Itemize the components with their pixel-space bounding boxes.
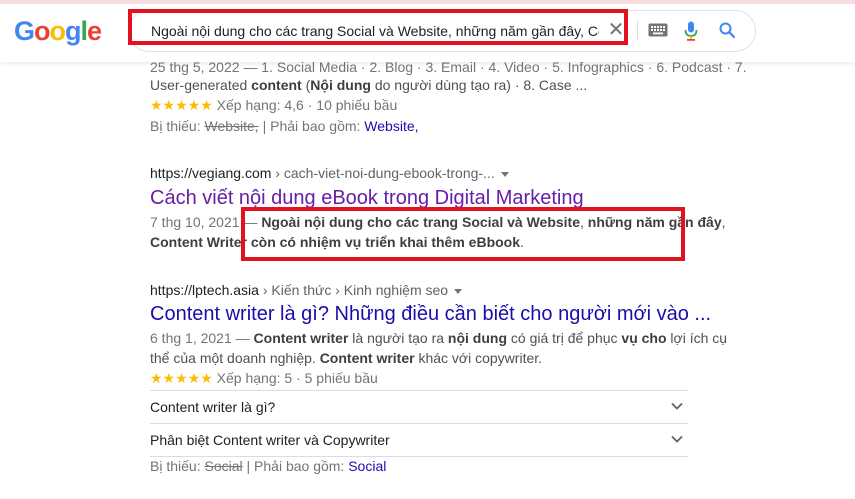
- faq-question[interactable]: Phân biệt Content writer và Copywriter: [150, 432, 390, 448]
- must-include-link[interactable]: Social: [348, 458, 386, 474]
- result3-url[interactable]: https://lptech.asia › Kiến thức › Kinh n…: [150, 280, 463, 300]
- search-query-highlight-box: [128, 9, 628, 45]
- result1-rating: ★★★★★ Xếp hạng: 4,6 · 10 phiếu bầu: [150, 97, 398, 113]
- result3-missing: Bị thiếu: Social | Phải bao gồm: Social: [150, 458, 387, 474]
- result3-title[interactable]: Content writer là gì? Những điều cần biế…: [150, 301, 711, 327]
- result3-snippet-line1: 6 thg 1, 2021 — Content writer là người …: [150, 330, 728, 346]
- chevron-down-icon[interactable]: [670, 399, 684, 416]
- snippet-highlight-box: [241, 207, 685, 261]
- keyboard-icon[interactable]: [648, 23, 668, 42]
- chevron-down-icon[interactable]: [500, 171, 509, 177]
- must-include-link[interactable]: Website,: [364, 118, 418, 134]
- chevron-down-icon[interactable]: [670, 432, 684, 449]
- faq-question[interactable]: Content writer là gì?: [150, 399, 275, 415]
- result1-snippet-line: User-generated content (Nội dung do ngườ…: [150, 77, 588, 93]
- result2-url[interactable]: https://vegiang.com › cach-viet-noi-dung…: [150, 163, 509, 183]
- result3-snippet-line2: thể của một doanh nghiệp. Content writer…: [150, 350, 543, 366]
- result3-rating: ★★★★★ Xếp hạng: 5 · 5 phiếu bầu: [150, 370, 378, 386]
- search-icon[interactable]: [719, 22, 736, 43]
- google-logo[interactable]: Google: [14, 16, 102, 47]
- result1-missing: Bị thiếu: Website, | Phải bao gồm: Websi…: [150, 118, 419, 134]
- divider: [637, 21, 638, 41]
- chevron-down-icon[interactable]: [454, 288, 463, 294]
- star-rating: ★★★★★: [150, 97, 213, 113]
- star-rating: ★★★★★: [150, 370, 213, 386]
- faq-item[interactable]: Phân biệt Content writer và Copywriter: [150, 423, 688, 457]
- microphone-icon[interactable]: [684, 21, 698, 46]
- faq-item[interactable]: Content writer là gì?: [150, 390, 688, 423]
